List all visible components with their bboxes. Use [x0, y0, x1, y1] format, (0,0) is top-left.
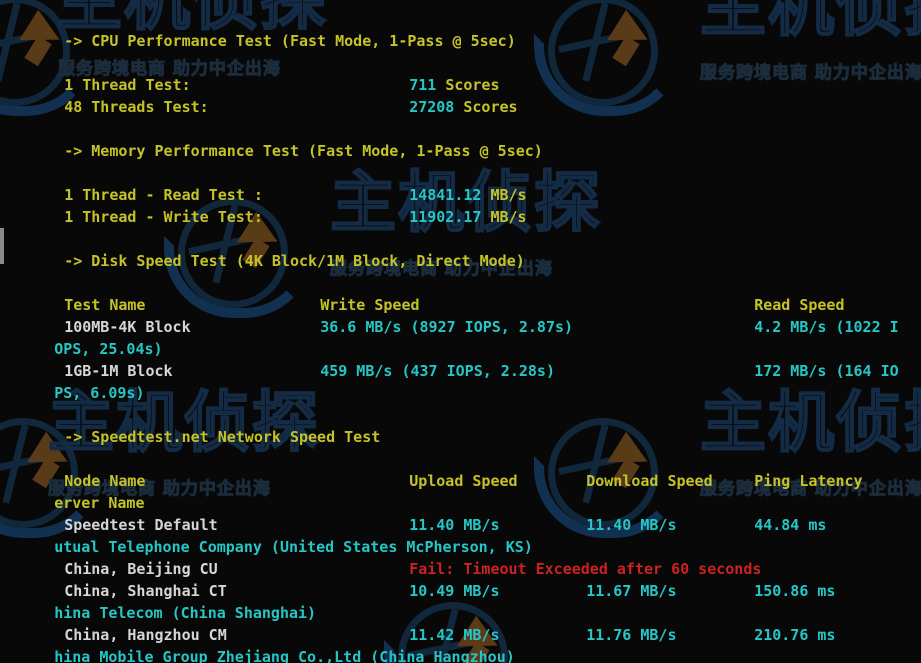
memory-row-1: 1 Thread - Read Test : — [10, 162, 263, 204]
cpu-section-heading: -> CPU Performance Test (Fast Mode, 1-Pa… — [10, 8, 516, 50]
network-row-3-node-name: China, Shanghai CT — [64, 582, 227, 600]
network-row-4-download-speed: 11.76 MB/s — [586, 626, 677, 644]
cpu-heading-text: -> CPU Performance Test (Fast Mode, 1-Pa… — [64, 32, 516, 50]
vertical-scrollbar[interactable] — [0, 0, 4, 663]
network-row-4-ping-latency: 210.76 ms — [754, 626, 836, 644]
memory-row-1-value-group: 14841.12 MB/s — [355, 162, 526, 204]
disk-heading-text: -> Disk Speed Test (4K Block/1M Block, D… — [64, 252, 525, 270]
cpu-row-1: 1 Thread Test: — [10, 52, 190, 94]
disk-row-1-write-speed: 36.6 MB/s (8927 IOPS, 2.87s) — [320, 318, 574, 336]
disk-row-1-test-name: 100MB-4K Block — [64, 318, 191, 336]
cpu-row-2-value: 27208 — [409, 98, 455, 116]
disk-row-2-write-speed: 459 MB/s (437 IOPS, 2.28s) — [320, 362, 555, 380]
memory-section-heading: -> Memory Performance Test (Fast Mode, 1… — [10, 118, 543, 160]
network-row-4-server-name: C — [868, 602, 921, 624]
network-row-1-node-name: Speedtest Default — [64, 516, 218, 534]
memory-heading-text: -> Memory Performance Test (Fast Mode, 1… — [64, 142, 543, 160]
cpu-row-2: 48 Threads Test: — [10, 74, 209, 116]
network-row-1-server-name: M — [868, 492, 921, 514]
network-section-heading: -> Speedtest.net Network Speed Test — [10, 404, 380, 446]
cpu-row-2-unit: Scores — [463, 98, 518, 116]
disk-header-read-speed: Read Speed — [754, 296, 845, 314]
disk-section-heading: -> Disk Speed Test (4K Block/1M Block, D… — [10, 228, 525, 270]
disk-row-2-test-name: 1GB-1M Block — [64, 362, 173, 380]
network-row-3-ping-latency: 150.86 ms — [754, 582, 836, 600]
terminal-text-layer: -> CPU Performance Test (Fast Mode, 1-Pa… — [0, 0, 921, 663]
memory-row-2-unit: MB/s — [490, 208, 527, 226]
disk-header-write-speed: Write Speed — [320, 296, 420, 314]
network-row-3-server-name-wrap: hina Telecom (China Shanghai) — [54, 604, 317, 622]
network-row-1-upload-speed: 11.40 MB/s — [409, 516, 500, 534]
memory-row-2: 1 Thread - Write Test: — [10, 184, 263, 226]
scrollbar-thumb[interactable] — [0, 228, 4, 264]
network-row-2-node-name: China, Beijing CU — [64, 560, 218, 578]
terminal-window: 主机侦探 服务跨境电商 助力中企出海 主机侦探 服务跨境电商 助力中企出海 主机… — [0, 0, 921, 663]
network-row-3-server-name: C — [868, 558, 921, 580]
disk-row-1-read-speed-wrap: OPS, 25.04s) — [54, 340, 163, 358]
network-row-2-error: Fail: Timeout Exceeded after 60 seconds — [409, 560, 762, 578]
cpu-row-1-value-group: 711 Scores — [355, 52, 499, 94]
disk-row-2-read-speed: 172 MB/s (164 IO — [754, 362, 899, 380]
network-row-3-upload-speed: 10.49 MB/s — [409, 582, 500, 600]
cpu-row-2-value-group: 27208 Scores — [355, 74, 517, 116]
memory-row-2-label: 1 Thread - Write Test: — [64, 208, 263, 226]
disk-header-test-name: Test Name — [64, 296, 146, 314]
memory-row-2-value-group: 11902.17 MB/s — [355, 184, 526, 226]
disk-row-1-read-speed: 4.2 MB/s (1022 I — [754, 318, 899, 336]
network-header-node-name: Node Name — [64, 472, 146, 490]
network-row-4-upload-speed: 11.42 MB/s — [409, 626, 500, 644]
network-header-download-speed: Download Speed — [586, 472, 713, 490]
network-row-1-download-speed: 11.40 MB/s — [586, 516, 677, 534]
network-header-ping-latency: Ping Latency — [754, 472, 863, 490]
network-header-server-name: S — [868, 448, 921, 470]
network-heading-text: -> Speedtest.net Network Speed Test — [64, 428, 381, 446]
network-row-3-download-speed: 11.67 MB/s — [586, 582, 677, 600]
network-header-server-name-wrap: erver Name — [54, 494, 145, 512]
cpu-row-2-label: 48 Threads Test: — [64, 98, 209, 116]
network-row-1-server-name-wrap: utual Telephone Company (United States M… — [54, 538, 533, 556]
network-row-4-server-name-wrap: hina Mobile Group Zhejiang Co.,Ltd (Chin… — [54, 648, 515, 663]
memory-row-2-value: 11902.17 — [409, 208, 482, 226]
network-row-4-node-name: China, Hangzhou CM — [64, 626, 227, 644]
disk-row-2-read-speed-wrap: PS, 6.09s) — [54, 384, 145, 402]
network-row-1-ping-latency: 44.84 ms — [754, 516, 827, 534]
network-header-upload-speed: Upload Speed — [409, 472, 518, 490]
